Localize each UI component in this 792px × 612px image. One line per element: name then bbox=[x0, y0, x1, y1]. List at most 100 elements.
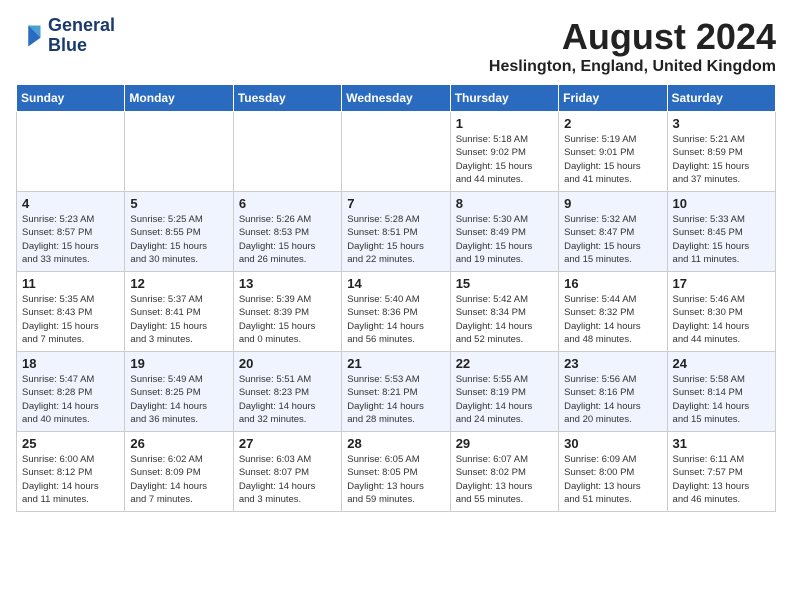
calendar-cell bbox=[17, 112, 125, 192]
day-info: Sunrise: 5:19 AM Sunset: 9:01 PM Dayligh… bbox=[564, 133, 661, 186]
day-number: 2 bbox=[564, 116, 661, 131]
calendar-cell: 26 Sunrise: 6:02 AM Sunset: 8:09 PM Dayli… bbox=[125, 432, 233, 512]
day-info: Sunrise: 5:26 AM Sunset: 8:53 PM Dayligh… bbox=[239, 213, 336, 266]
calendar-week-row: 11Sunrise: 5:35 AM Sunset: 8:43 PM Dayli… bbox=[17, 272, 776, 352]
calendar-header-cell: Monday bbox=[125, 85, 233, 112]
day-number: 25 bbox=[22, 436, 119, 451]
calendar-cell: 7Sunrise: 5:28 AM Sunset: 8:51 PM Daylig… bbox=[342, 192, 450, 272]
day-number: 5 bbox=[130, 196, 227, 211]
day-info: Sunrise: 6:02 AM Sunset: 8:09 PM Dayligh… bbox=[130, 453, 227, 506]
calendar-header-cell: Tuesday bbox=[233, 85, 341, 112]
calendar-cell bbox=[233, 112, 341, 192]
calendar-cell: 4 Sunrise: 5:23 AM Sunset: 8:57 PM Daylig… bbox=[17, 192, 125, 272]
calendar-header-cell: Thursday bbox=[450, 85, 558, 112]
day-info: Sunrise: 6:09 AM Sunset: 8:00 PM Dayligh… bbox=[564, 453, 661, 506]
day-info: Sunrise: 5:18 AM Sunset: 9:02 PM Dayligh… bbox=[456, 133, 553, 186]
day-number: 13 bbox=[239, 276, 336, 291]
day-number: 1 bbox=[456, 116, 553, 131]
day-info: Sunrise: 5:47 AM Sunset: 8:28 PM Dayligh… bbox=[22, 373, 119, 426]
calendar-header-cell: Friday bbox=[559, 85, 667, 112]
day-number: 8 bbox=[456, 196, 553, 211]
day-info: Sunrise: 6:03 AM Sunset: 8:07 PM Dayligh… bbox=[239, 453, 336, 506]
day-number: 4 bbox=[22, 196, 119, 211]
day-number: 19 bbox=[130, 356, 227, 371]
calendar-cell: 17Sunrise: 5:46 AM Sunset: 8:30 PM Dayli… bbox=[667, 272, 775, 352]
calendar-cell: 30Sunrise: 6:09 AM Sunset: 8:00 PM Dayli… bbox=[559, 432, 667, 512]
day-info: Sunrise: 6:00 AM Sunset: 8:12 PM Dayligh… bbox=[22, 453, 119, 506]
day-number: 3 bbox=[673, 116, 770, 131]
day-number: 29 bbox=[456, 436, 553, 451]
calendar-cell bbox=[342, 112, 450, 192]
logo-icon bbox=[16, 22, 44, 50]
calendar-cell: 20 Sunrise: 5:51 AM Sunset: 8:23 PM Dayli… bbox=[233, 352, 341, 432]
day-number: 28 bbox=[347, 436, 444, 451]
day-number: 7 bbox=[347, 196, 444, 211]
calendar-cell: 27 Sunrise: 6:03 AM Sunset: 8:07 PM Dayli… bbox=[233, 432, 341, 512]
calendar-header-cell: Wednesday bbox=[342, 85, 450, 112]
calendar-header-cell: Sunday bbox=[17, 85, 125, 112]
day-info: Sunrise: 5:40 AM Sunset: 8:36 PM Dayligh… bbox=[347, 293, 444, 346]
calendar-week-row: 1 Sunrise: 5:18 AM Sunset: 9:02 PM Daylig… bbox=[17, 112, 776, 192]
calendar-cell bbox=[125, 112, 233, 192]
day-info: Sunrise: 5:51 AM Sunset: 8:23 PM Dayligh… bbox=[239, 373, 336, 426]
day-number: 16 bbox=[564, 276, 661, 291]
day-info: Sunrise: 6:05 AM Sunset: 8:05 PM Dayligh… bbox=[347, 453, 444, 506]
logo-line1: General bbox=[48, 16, 115, 36]
day-info: Sunrise: 5:30 AM Sunset: 8:49 PM Dayligh… bbox=[456, 213, 553, 266]
calendar-cell: 1 Sunrise: 5:18 AM Sunset: 9:02 PM Daylig… bbox=[450, 112, 558, 192]
day-info: Sunrise: 5:44 AM Sunset: 8:32 PM Dayligh… bbox=[564, 293, 661, 346]
calendar-cell: 15 Sunrise: 5:42 AM Sunset: 8:34 PM Dayli… bbox=[450, 272, 558, 352]
calendar-week-row: 18 Sunrise: 5:47 AM Sunset: 8:28 PM Dayli… bbox=[17, 352, 776, 432]
day-number: 24 bbox=[673, 356, 770, 371]
day-number: 31 bbox=[673, 436, 770, 451]
day-info: Sunrise: 5:23 AM Sunset: 8:57 PM Dayligh… bbox=[22, 213, 119, 266]
calendar-cell: 12Sunrise: 5:37 AM Sunset: 8:41 PM Dayli… bbox=[125, 272, 233, 352]
calendar-week-row: 25 Sunrise: 6:00 AM Sunset: 8:12 PM Dayli… bbox=[17, 432, 776, 512]
day-info: Sunrise: 5:42 AM Sunset: 8:34 PM Dayligh… bbox=[456, 293, 553, 346]
day-info: Sunrise: 5:53 AM Sunset: 8:21 PM Dayligh… bbox=[347, 373, 444, 426]
day-info: Sunrise: 5:39 AM Sunset: 8:39 PM Dayligh… bbox=[239, 293, 336, 346]
calendar-header-cell: Saturday bbox=[667, 85, 775, 112]
day-info: Sunrise: 5:55 AM Sunset: 8:19 PM Dayligh… bbox=[456, 373, 553, 426]
day-info: Sunrise: 6:07 AM Sunset: 8:02 PM Dayligh… bbox=[456, 453, 553, 506]
day-number: 15 bbox=[456, 276, 553, 291]
logo-text: General Blue bbox=[48, 16, 115, 56]
day-number: 12 bbox=[130, 276, 227, 291]
page-header: General Blue August 2024 Heslington, Eng… bbox=[16, 16, 776, 76]
day-number: 10 bbox=[673, 196, 770, 211]
day-info: Sunrise: 5:49 AM Sunset: 8:25 PM Dayligh… bbox=[130, 373, 227, 426]
day-info: Sunrise: 5:33 AM Sunset: 8:45 PM Dayligh… bbox=[673, 213, 770, 266]
day-info: Sunrise: 5:32 AM Sunset: 8:47 PM Dayligh… bbox=[564, 213, 661, 266]
day-number: 23 bbox=[564, 356, 661, 371]
calendar-cell: 10 Sunrise: 5:33 AM Sunset: 8:45 PM Dayli… bbox=[667, 192, 775, 272]
location: Heslington, England, United Kingdom bbox=[489, 58, 776, 76]
calendar-table: SundayMondayTuesdayWednesdayThursdayFrid… bbox=[16, 84, 776, 512]
day-number: 21 bbox=[347, 356, 444, 371]
calendar-cell: 23Sunrise: 5:56 AM Sunset: 8:16 PM Dayli… bbox=[559, 352, 667, 432]
calendar-cell: 18 Sunrise: 5:47 AM Sunset: 8:28 PM Dayli… bbox=[17, 352, 125, 432]
calendar-cell: 2 Sunrise: 5:19 AM Sunset: 9:01 PM Daylig… bbox=[559, 112, 667, 192]
day-number: 6 bbox=[239, 196, 336, 211]
day-number: 9 bbox=[564, 196, 661, 211]
day-number: 27 bbox=[239, 436, 336, 451]
calendar-cell: 29 Sunrise: 6:07 AM Sunset: 8:02 PM Dayli… bbox=[450, 432, 558, 512]
calendar-cell: 22Sunrise: 5:55 AM Sunset: 8:19 PM Dayli… bbox=[450, 352, 558, 432]
month-year: August 2024 bbox=[489, 16, 776, 58]
calendar-cell: 14Sunrise: 5:40 AM Sunset: 8:36 PM Dayli… bbox=[342, 272, 450, 352]
calendar-body: 1 Sunrise: 5:18 AM Sunset: 9:02 PM Daylig… bbox=[17, 112, 776, 512]
day-info: Sunrise: 5:25 AM Sunset: 8:55 PM Dayligh… bbox=[130, 213, 227, 266]
day-number: 20 bbox=[239, 356, 336, 371]
calendar-week-row: 4 Sunrise: 5:23 AM Sunset: 8:57 PM Daylig… bbox=[17, 192, 776, 272]
calendar-header-row: SundayMondayTuesdayWednesdayThursdayFrid… bbox=[17, 85, 776, 112]
day-info: Sunrise: 5:21 AM Sunset: 8:59 PM Dayligh… bbox=[673, 133, 770, 186]
day-number: 18 bbox=[22, 356, 119, 371]
calendar-cell: 9 Sunrise: 5:32 AM Sunset: 8:47 PM Daylig… bbox=[559, 192, 667, 272]
logo-line2: Blue bbox=[48, 36, 115, 56]
day-number: 17 bbox=[673, 276, 770, 291]
calendar-cell: 28 Sunrise: 6:05 AM Sunset: 8:05 PM Dayli… bbox=[342, 432, 450, 512]
calendar-cell: 21 Sunrise: 5:53 AM Sunset: 8:21 PM Dayli… bbox=[342, 352, 450, 432]
calendar-cell: 19 Sunrise: 5:49 AM Sunset: 8:25 PM Dayli… bbox=[125, 352, 233, 432]
calendar-cell: 6 Sunrise: 5:26 AM Sunset: 8:53 PM Daylig… bbox=[233, 192, 341, 272]
day-number: 26 bbox=[130, 436, 227, 451]
calendar-cell: 3 Sunrise: 5:21 AM Sunset: 8:59 PM Daylig… bbox=[667, 112, 775, 192]
